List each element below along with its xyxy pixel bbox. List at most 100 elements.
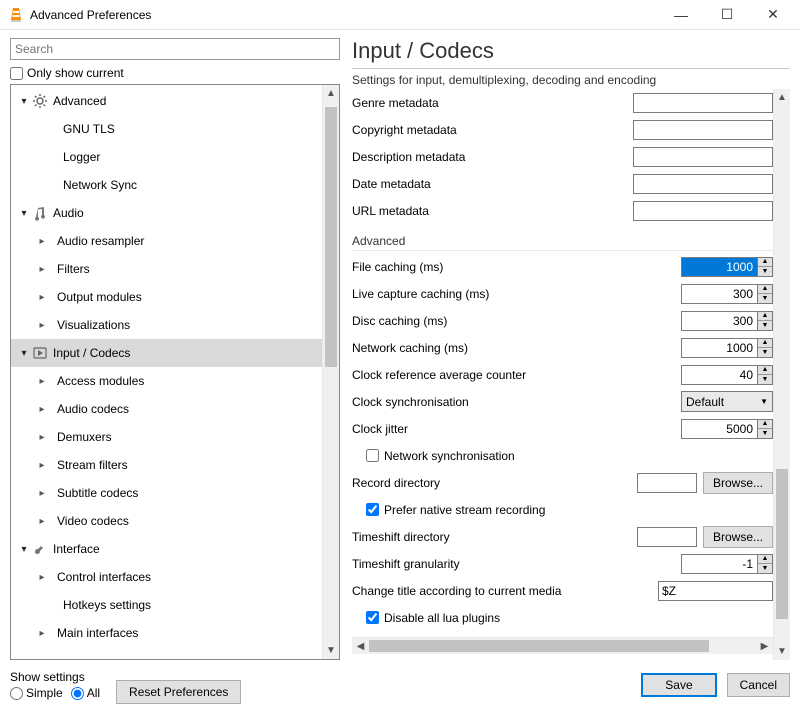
file-caching-input[interactable] — [681, 257, 757, 277]
clock-sync-dropdown[interactable]: Default▼ — [681, 391, 773, 412]
chevron-right-icon: ▸ — [35, 320, 49, 331]
scroll-left-icon[interactable]: ◀ — [352, 641, 369, 652]
scroll-down-icon[interactable]: ▼ — [774, 643, 790, 660]
tree-audio[interactable]: ▾ Audio — [11, 199, 322, 227]
clock-ref-input[interactable] — [681, 365, 757, 385]
cancel-button[interactable]: Cancel — [727, 673, 790, 697]
disable-lua-checkbox[interactable]: Disable all lua plugins — [352, 604, 773, 631]
file-caching-spinner[interactable]: ▲▼ — [757, 257, 773, 277]
scroll-up-icon[interactable]: ▲ — [323, 85, 339, 102]
network-sync-checkbox[interactable]: Network synchronisation — [352, 442, 773, 469]
music-note-icon — [31, 205, 49, 221]
search-input[interactable] — [10, 38, 340, 60]
gear-icon — [31, 93, 49, 109]
tree-stream-filters[interactable]: ▸Stream filters — [11, 451, 322, 479]
chevron-right-icon: ▸ — [35, 572, 49, 583]
change-title-input[interactable] — [658, 581, 773, 601]
disc-caching-label: Disc caching (ms) — [352, 314, 681, 328]
timeshift-dir-browse-button[interactable]: Browse... — [703, 526, 773, 548]
disc-caching-spinner[interactable]: ▲▼ — [757, 311, 773, 331]
all-radio[interactable]: All — [71, 686, 100, 700]
category-tree[interactable]: ▾ Advanced GNU TLS Logger Network Sync ▾… — [11, 85, 322, 659]
window-title: Advanced Preferences — [30, 8, 658, 22]
chevron-right-icon: ▸ — [35, 488, 49, 499]
maximize-button[interactable]: ☐ — [704, 0, 750, 30]
live-caching-spinner[interactable]: ▲▼ — [757, 284, 773, 304]
timeshift-dir-input[interactable] — [637, 527, 697, 547]
clock-jitter-spinner[interactable]: ▲▼ — [757, 419, 773, 439]
input-codecs-icon — [31, 345, 49, 361]
panel-hscrollbar[interactable]: ◀ ▶ — [352, 637, 773, 654]
footer: Show settings Simple All Reset Preferenc… — [0, 660, 800, 710]
change-title-label: Change title according to current media — [352, 584, 658, 598]
record-dir-input[interactable] — [637, 473, 697, 493]
tree-output-modules[interactable]: ▸Output modules — [11, 283, 322, 311]
clock-jitter-input[interactable] — [681, 419, 757, 439]
timeshift-dir-label: Timeshift directory — [352, 530, 637, 544]
chevron-right-icon: ▸ — [35, 404, 49, 415]
show-settings-label: Show settings — [10, 670, 100, 684]
scroll-up-icon[interactable]: ▲ — [774, 89, 790, 106]
chevron-down-icon: ▼ — [760, 397, 768, 406]
tree-interface[interactable]: ▾ Interface — [11, 535, 322, 563]
tree-input-codecs[interactable]: ▾ Input / Codecs — [11, 339, 322, 367]
minimize-button[interactable]: — — [658, 0, 704, 30]
record-dir-browse-button[interactable]: Browse... — [703, 472, 773, 494]
tree-main-interfaces[interactable]: ▸Main interfaces — [11, 619, 322, 647]
save-button[interactable]: Save — [641, 673, 716, 697]
tree-filters[interactable]: ▸Filters — [11, 255, 322, 283]
hscroll-thumb[interactable] — [369, 640, 709, 652]
copyright-metadata-input[interactable] — [633, 120, 773, 140]
chevron-down-icon: ▾ — [17, 348, 31, 359]
timeshift-gran-input[interactable] — [681, 554, 757, 574]
tree-control-interfaces[interactable]: ▸Control interfaces — [11, 563, 322, 591]
tree-hotkeys[interactable]: Hotkeys settings — [11, 591, 322, 619]
network-caching-input[interactable] — [681, 338, 757, 358]
clock-ref-spinner[interactable]: ▲▼ — [757, 365, 773, 385]
genre-metadata-input[interactable] — [633, 93, 773, 113]
url-metadata-label: URL metadata — [352, 204, 633, 218]
simple-radio[interactable]: Simple — [10, 686, 63, 700]
chevron-right-icon: ▸ — [35, 432, 49, 443]
chevron-right-icon: ▸ — [35, 460, 49, 471]
tree-network-sync[interactable]: Network Sync — [11, 171, 322, 199]
reset-preferences-button[interactable]: Reset Preferences — [116, 680, 241, 704]
scroll-thumb[interactable] — [776, 469, 788, 619]
chevron-right-icon: ▸ — [35, 236, 49, 247]
chevron-right-icon: ▸ — [35, 628, 49, 639]
date-metadata-input[interactable] — [633, 174, 773, 194]
tree-logger[interactable]: Logger — [11, 143, 322, 171]
genre-metadata-label: Genre metadata — [352, 96, 633, 110]
tree-audio-codecs[interactable]: ▸Audio codecs — [11, 395, 322, 423]
network-caching-spinner[interactable]: ▲▼ — [757, 338, 773, 358]
tree-visualizations[interactable]: ▸Visualizations — [11, 311, 322, 339]
tree-subtitle-codecs[interactable]: ▸Subtitle codecs — [11, 479, 322, 507]
tree-advanced[interactable]: ▾ Advanced — [11, 87, 322, 115]
scroll-down-icon[interactable]: ▼ — [323, 642, 339, 659]
timeshift-gran-spinner[interactable]: ▲▼ — [757, 554, 773, 574]
clock-jitter-label: Clock jitter — [352, 422, 681, 436]
clock-sync-label: Clock synchronisation — [352, 395, 681, 409]
prefer-native-checkbox[interactable]: Prefer native stream recording — [352, 496, 773, 523]
tree-access-modules[interactable]: ▸Access modules — [11, 367, 322, 395]
tree-demuxers[interactable]: ▸Demuxers — [11, 423, 322, 451]
description-metadata-input[interactable] — [633, 147, 773, 167]
panel-title: Input / Codecs — [352, 38, 790, 69]
tree-video-codecs[interactable]: ▸Video codecs — [11, 507, 322, 535]
panel-vscrollbar[interactable]: ▲ ▼ — [773, 89, 790, 660]
close-button[interactable]: ✕ — [750, 0, 796, 30]
url-metadata-input[interactable] — [633, 201, 773, 221]
scroll-right-icon[interactable]: ▶ — [756, 641, 773, 652]
live-caching-input[interactable] — [681, 284, 757, 304]
only-show-current-checkbox[interactable]: Only show current — [10, 66, 340, 80]
chevron-down-icon: ▾ — [17, 208, 31, 219]
chevron-right-icon: ▸ — [35, 516, 49, 527]
tree-gnutls[interactable]: GNU TLS — [11, 115, 322, 143]
timeshift-gran-label: Timeshift granularity — [352, 557, 681, 571]
scroll-thumb[interactable] — [325, 107, 337, 367]
tree-scrollbar[interactable]: ▲ ▼ — [322, 85, 339, 659]
brush-icon — [31, 541, 49, 557]
tree-audio-resampler[interactable]: ▸Audio resampler — [11, 227, 322, 255]
disc-caching-input[interactable] — [681, 311, 757, 331]
description-metadata-label: Description metadata — [352, 150, 633, 164]
